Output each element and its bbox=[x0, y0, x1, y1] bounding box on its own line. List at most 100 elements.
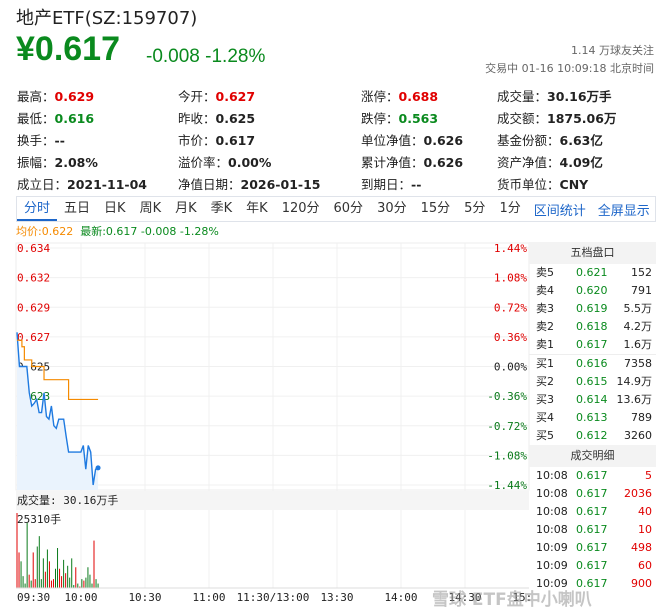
stat-value: -- bbox=[54, 133, 65, 148]
price-tick: 0.629 bbox=[17, 301, 50, 314]
bid-price: 0.616 bbox=[576, 357, 608, 370]
trade-price: 0.617 bbox=[576, 523, 608, 536]
stat-value: 0.00% bbox=[228, 155, 272, 170]
trade-volume: 10 bbox=[638, 523, 652, 536]
tab-10[interactable]: 15分 bbox=[414, 197, 458, 221]
bid-row: 买1 0.616 7358 bbox=[529, 355, 656, 373]
stat-value: 0.626 bbox=[423, 133, 464, 148]
stat-item: 单位净值：0.626 bbox=[361, 130, 463, 149]
pct-tick: -0.72% bbox=[487, 420, 527, 433]
bid-row: 买2 0.615 14.9万 bbox=[529, 373, 656, 391]
time-tick: 14:00 bbox=[384, 591, 417, 604]
trade-volume: 60 bbox=[638, 559, 652, 572]
stat-item: 到期日：-- bbox=[361, 174, 421, 193]
bid-volume: 13.6万 bbox=[616, 393, 653, 406]
ask-volume: 4.2万 bbox=[623, 320, 653, 333]
ask-price: 0.620 bbox=[576, 284, 608, 297]
time-tick: 13:30 bbox=[320, 591, 353, 604]
volume-label: 成交量: 30.16万手 bbox=[17, 493, 118, 507]
trade-price: 0.617 bbox=[576, 559, 608, 572]
stat-label: 市价： bbox=[178, 133, 216, 148]
ask-price: 0.617 bbox=[576, 338, 608, 351]
stat-label: 最低： bbox=[17, 111, 55, 126]
stat-value: 4.09亿 bbox=[559, 155, 603, 170]
chart-tabs: 分时 五日 日K 周K 月K 季K 年K 120分 60分 30分 15分 5分 1分 区间统计 全屏显… bbox=[16, 196, 656, 222]
ask-row: 卖5 0.621 152 bbox=[529, 264, 656, 282]
bid-label: 买4 bbox=[536, 411, 554, 424]
stat-label: 昨收： bbox=[178, 111, 216, 126]
trade-label: 10:09 bbox=[536, 541, 568, 554]
stat-item: 最高：0.629 bbox=[17, 86, 94, 105]
volume-max-label: 25310手 bbox=[17, 512, 61, 526]
ask-volume: 1.6万 bbox=[623, 338, 653, 351]
stat-label: 资产净值： bbox=[497, 155, 560, 170]
tab-0[interactable]: 分时 bbox=[17, 197, 58, 221]
tab-2[interactable]: 日K bbox=[97, 197, 133, 221]
stat-label: 货币单位： bbox=[497, 177, 560, 192]
pct-tick: -1.44% bbox=[487, 479, 527, 492]
stat-value: 0.688 bbox=[398, 89, 439, 104]
bid-price: 0.615 bbox=[576, 375, 608, 388]
stat-value: 0.625 bbox=[215, 111, 256, 126]
page-title: 地产ETF(SZ:159707) bbox=[16, 8, 198, 29]
pct-tick: 1.08% bbox=[494, 272, 527, 285]
trade-volume: 498 bbox=[631, 541, 652, 554]
stat-item: 溢价率：0.00% bbox=[178, 152, 271, 171]
tab-1[interactable]: 五日 bbox=[57, 197, 97, 221]
stat-label: 跌停： bbox=[361, 111, 399, 126]
tab-3[interactable]: 周K bbox=[133, 197, 169, 221]
time-tick: 10:00 bbox=[64, 591, 97, 604]
followers-count[interactable]: 1.14 万球友关注 bbox=[571, 42, 654, 58]
intraday-chart[interactable]: 0.634 1.44%0.632 1.08%0.629 0.72%0.627 0.36%… bbox=[0, 236, 530, 615]
stat-label: 今开： bbox=[178, 89, 216, 104]
change-value: -0.008 bbox=[146, 46, 200, 67]
time-tick: 09:30 bbox=[17, 591, 50, 604]
bid-volume: 3260 bbox=[624, 429, 652, 442]
fullscreen-link[interactable]: 全屏显示 bbox=[592, 200, 656, 219]
tab-9[interactable]: 30分 bbox=[370, 197, 414, 221]
trade-volume: 5 bbox=[645, 469, 652, 482]
stat-item: 最低：0.616 bbox=[17, 108, 94, 127]
bid-row: 买3 0.614 13.6万 bbox=[529, 391, 656, 409]
tab-6[interactable]: 年K bbox=[239, 197, 275, 221]
stat-item: 资产净值：4.09亿 bbox=[497, 152, 603, 171]
trade-price: 0.617 bbox=[576, 487, 608, 500]
stat-value: 6.63亿 bbox=[559, 133, 603, 148]
tab-4[interactable]: 月K bbox=[168, 197, 204, 221]
trade-row: 10:09 0.617 60 bbox=[529, 557, 656, 575]
pct-tick: -1.08% bbox=[487, 449, 527, 462]
bid-volume: 14.9万 bbox=[616, 375, 653, 388]
trade-label: 10:08 bbox=[536, 469, 568, 482]
pct-tick: 0.00% bbox=[494, 361, 527, 374]
bid-label: 买5 bbox=[536, 429, 554, 442]
pct-tick: 0.36% bbox=[494, 331, 527, 344]
ask-volume: 791 bbox=[631, 284, 652, 297]
tab-8[interactable]: 60分 bbox=[327, 197, 371, 221]
time-tick: 10:30 bbox=[128, 591, 161, 604]
bid-label: 买1 bbox=[536, 357, 554, 370]
range-stats-link[interactable]: 区间统计 bbox=[528, 200, 592, 219]
tab-12[interactable]: 1分 bbox=[492, 197, 527, 221]
stat-item: 市价：0.617 bbox=[178, 130, 255, 149]
bid-label: 买2 bbox=[536, 375, 554, 388]
stat-value: 2021-11-04 bbox=[67, 177, 147, 192]
tab-7[interactable]: 120分 bbox=[275, 197, 327, 221]
bid-row: 买5 0.612 3260 bbox=[529, 427, 656, 445]
tab-11[interactable]: 5分 bbox=[457, 197, 492, 221]
stat-label: 振幅： bbox=[17, 155, 55, 170]
ask-volume: 152 bbox=[631, 266, 652, 279]
trade-row: 10:08 0.617 5 bbox=[529, 467, 656, 485]
trade-price: 0.617 bbox=[576, 469, 608, 482]
stat-value: 2026-01-15 bbox=[240, 177, 321, 192]
stat-label: 到期日： bbox=[361, 177, 412, 192]
ask-price: 0.621 bbox=[576, 266, 608, 279]
bid-price: 0.612 bbox=[576, 429, 608, 442]
ask-row: 卖1 0.617 1.6万 bbox=[529, 336, 656, 354]
trade-price: 0.617 bbox=[576, 505, 608, 518]
stat-item: 货币单位：CNY bbox=[497, 174, 588, 193]
ask-price: 0.618 bbox=[576, 320, 608, 333]
bid-label: 买3 bbox=[536, 393, 554, 406]
tab-5[interactable]: 季K bbox=[204, 197, 240, 221]
stat-label: 成交额： bbox=[497, 111, 548, 126]
ask-row: 卖4 0.620 791 bbox=[529, 282, 656, 300]
